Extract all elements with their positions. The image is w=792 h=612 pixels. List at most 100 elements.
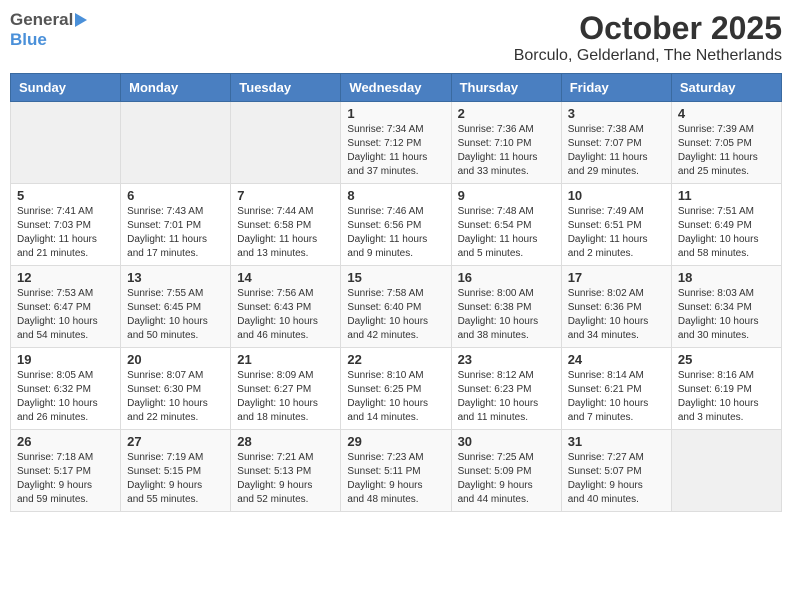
day-number: 4 [678, 106, 775, 121]
calendar-cell [121, 102, 231, 184]
day-number: 29 [347, 434, 444, 449]
day-info: Sunrise: 8:05 AM Sunset: 6:32 PM Dayligh… [17, 369, 114, 425]
day-number: 7 [237, 188, 334, 203]
location-title: Borculo, Gelderland, The Netherlands [514, 47, 782, 65]
day-info: Sunrise: 7:49 AM Sunset: 6:51 PM Dayligh… [568, 205, 665, 261]
page-header: General Blue October 2025 Borculo, Gelde… [10, 10, 782, 65]
calendar-cell: 4 Sunrise: 7:39 AM Sunset: 7:05 PM Daylig… [671, 102, 781, 184]
day-number: 21 [237, 352, 334, 367]
calendar-cell: 27 Sunrise: 7:19 AM Sunset: 5:15 PM Dayli… [121, 430, 231, 512]
calendar-day-header: Tuesday [231, 74, 341, 102]
day-number: 13 [127, 270, 224, 285]
logo-general: General [10, 10, 73, 30]
calendar-cell: 10 Sunrise: 7:49 AM Sunset: 6:51 PM Dayli… [561, 184, 671, 266]
calendar-cell: 13Sunrise: 7:55 AM Sunset: 6:45 PM Dayli… [121, 266, 231, 348]
day-number: 30 [458, 434, 555, 449]
calendar-cell [11, 102, 121, 184]
calendar-week-row: 1 Sunrise: 7:34 AM Sunset: 7:12 PM Daylig… [11, 102, 782, 184]
calendar-cell: 20 Sunrise: 8:07 AM Sunset: 6:30 PM Dayli… [121, 348, 231, 430]
day-info: Sunrise: 8:02 AM Sunset: 6:36 PM Dayligh… [568, 287, 665, 343]
day-info: Sunrise: 7:18 AM Sunset: 5:17 PM Dayligh… [17, 451, 114, 507]
day-number: 5 [17, 188, 114, 203]
day-info: Sunrise: 7:53 AM Sunset: 6:47 PM Dayligh… [17, 287, 114, 343]
calendar-cell: 14 Sunrise: 7:56 AM Sunset: 6:43 PM Dayli… [231, 266, 341, 348]
calendar-cell: 2Sunrise: 7:36 AM Sunset: 7:10 PM Daylig… [451, 102, 561, 184]
day-number: 20 [127, 352, 224, 367]
calendar-cell: 25 Sunrise: 8:16 AM Sunset: 6:19 PM Dayli… [671, 348, 781, 430]
day-number: 1 [347, 106, 444, 121]
calendar-cell: 24Sunrise: 8:14 AM Sunset: 6:21 PM Dayli… [561, 348, 671, 430]
calendar-cell [231, 102, 341, 184]
day-info: Sunrise: 7:39 AM Sunset: 7:05 PM Dayligh… [678, 123, 775, 179]
calendar-cell: 8 Sunrise: 7:46 AM Sunset: 6:56 PM Daylig… [341, 184, 451, 266]
calendar-week-row: 19 Sunrise: 8:05 AM Sunset: 6:32 PM Dayli… [11, 348, 782, 430]
day-number: 9 [458, 188, 555, 203]
calendar-week-row: 12 Sunrise: 7:53 AM Sunset: 6:47 PM Dayli… [11, 266, 782, 348]
day-info: Sunrise: 7:56 AM Sunset: 6:43 PM Dayligh… [237, 287, 334, 343]
day-info: Sunrise: 7:43 AM Sunset: 7:01 PM Dayligh… [127, 205, 224, 261]
calendar-cell: 9 Sunrise: 7:48 AM Sunset: 6:54 PM Daylig… [451, 184, 561, 266]
calendar-cell [671, 430, 781, 512]
day-number: 18 [678, 270, 775, 285]
calendar-cell: 21 Sunrise: 8:09 AM Sunset: 6:27 PM Dayli… [231, 348, 341, 430]
calendar-day-header: Wednesday [341, 74, 451, 102]
calendar-header-row: SundayMondayTuesdayWednesdayThursdayFrid… [11, 74, 782, 102]
calendar-cell: 3 Sunrise: 7:38 AM Sunset: 7:07 PM Daylig… [561, 102, 671, 184]
day-info: Sunrise: 7:34 AM Sunset: 7:12 PM Dayligh… [347, 123, 444, 179]
calendar-cell: 26 Sunrise: 7:18 AM Sunset: 5:17 PM Dayli… [11, 430, 121, 512]
day-info: Sunrise: 7:27 AM Sunset: 5:07 PM Dayligh… [568, 451, 665, 507]
day-number: 10 [568, 188, 665, 203]
day-info: Sunrise: 7:48 AM Sunset: 6:54 PM Dayligh… [458, 205, 555, 261]
day-info: Sunrise: 8:03 AM Sunset: 6:34 PM Dayligh… [678, 287, 775, 343]
day-info: Sunrise: 7:19 AM Sunset: 5:15 PM Dayligh… [127, 451, 224, 507]
day-info: Sunrise: 7:23 AM Sunset: 5:11 PM Dayligh… [347, 451, 444, 507]
day-number: 8 [347, 188, 444, 203]
day-number: 12 [17, 270, 114, 285]
day-number: 26 [17, 434, 114, 449]
day-number: 25 [678, 352, 775, 367]
calendar-cell: 7 Sunrise: 7:44 AM Sunset: 6:58 PM Daylig… [231, 184, 341, 266]
calendar-week-row: 5Sunrise: 7:41 AM Sunset: 7:03 PM Daylig… [11, 184, 782, 266]
day-number: 3 [568, 106, 665, 121]
day-number: 14 [237, 270, 334, 285]
title-block: October 2025 Borculo, Gelderland, The Ne… [514, 10, 782, 65]
calendar-day-header: Saturday [671, 74, 781, 102]
day-info: Sunrise: 8:10 AM Sunset: 6:25 PM Dayligh… [347, 369, 444, 425]
day-number: 17 [568, 270, 665, 285]
day-info: Sunrise: 7:44 AM Sunset: 6:58 PM Dayligh… [237, 205, 334, 261]
calendar-cell: 23Sunrise: 8:12 AM Sunset: 6:23 PM Dayli… [451, 348, 561, 430]
calendar-cell: 16 Sunrise: 8:00 AM Sunset: 6:38 PM Dayli… [451, 266, 561, 348]
day-number: 11 [678, 188, 775, 203]
day-number: 19 [17, 352, 114, 367]
calendar-cell: 22 Sunrise: 8:10 AM Sunset: 6:25 PM Dayli… [341, 348, 451, 430]
calendar-week-row: 26 Sunrise: 7:18 AM Sunset: 5:17 PM Dayli… [11, 430, 782, 512]
calendar-cell: 17 Sunrise: 8:02 AM Sunset: 6:36 PM Dayli… [561, 266, 671, 348]
day-number: 24 [568, 352, 665, 367]
calendar-day-header: Sunday [11, 74, 121, 102]
calendar-cell: 29 Sunrise: 7:23 AM Sunset: 5:11 PM Dayli… [341, 430, 451, 512]
calendar-table: SundayMondayTuesdayWednesdayThursdayFrid… [10, 73, 782, 512]
day-number: 28 [237, 434, 334, 449]
calendar-day-header: Thursday [451, 74, 561, 102]
day-number: 27 [127, 434, 224, 449]
calendar-cell: 1 Sunrise: 7:34 AM Sunset: 7:12 PM Daylig… [341, 102, 451, 184]
day-info: Sunrise: 8:00 AM Sunset: 6:38 PM Dayligh… [458, 287, 555, 343]
calendar-cell: 11Sunrise: 7:51 AM Sunset: 6:49 PM Dayli… [671, 184, 781, 266]
calendar-cell: 18 Sunrise: 8:03 AM Sunset: 6:34 PM Dayli… [671, 266, 781, 348]
day-info: Sunrise: 8:12 AM Sunset: 6:23 PM Dayligh… [458, 369, 555, 425]
day-info: Sunrise: 7:46 AM Sunset: 6:56 PM Dayligh… [347, 205, 444, 261]
day-info: Sunrise: 7:58 AM Sunset: 6:40 PM Dayligh… [347, 287, 444, 343]
day-number: 16 [458, 270, 555, 285]
day-info: Sunrise: 8:09 AM Sunset: 6:27 PM Dayligh… [237, 369, 334, 425]
calendar-day-header: Friday [561, 74, 671, 102]
day-info: Sunrise: 8:16 AM Sunset: 6:19 PM Dayligh… [678, 369, 775, 425]
calendar-day-header: Monday [121, 74, 231, 102]
calendar-cell: 31Sunrise: 7:27 AM Sunset: 5:07 PM Dayli… [561, 430, 671, 512]
month-title: October 2025 [514, 10, 782, 47]
day-info: Sunrise: 8:07 AM Sunset: 6:30 PM Dayligh… [127, 369, 224, 425]
day-number: 22 [347, 352, 444, 367]
day-number: 6 [127, 188, 224, 203]
day-number: 2 [458, 106, 555, 121]
day-info: Sunrise: 7:38 AM Sunset: 7:07 PM Dayligh… [568, 123, 665, 179]
day-number: 15 [347, 270, 444, 285]
